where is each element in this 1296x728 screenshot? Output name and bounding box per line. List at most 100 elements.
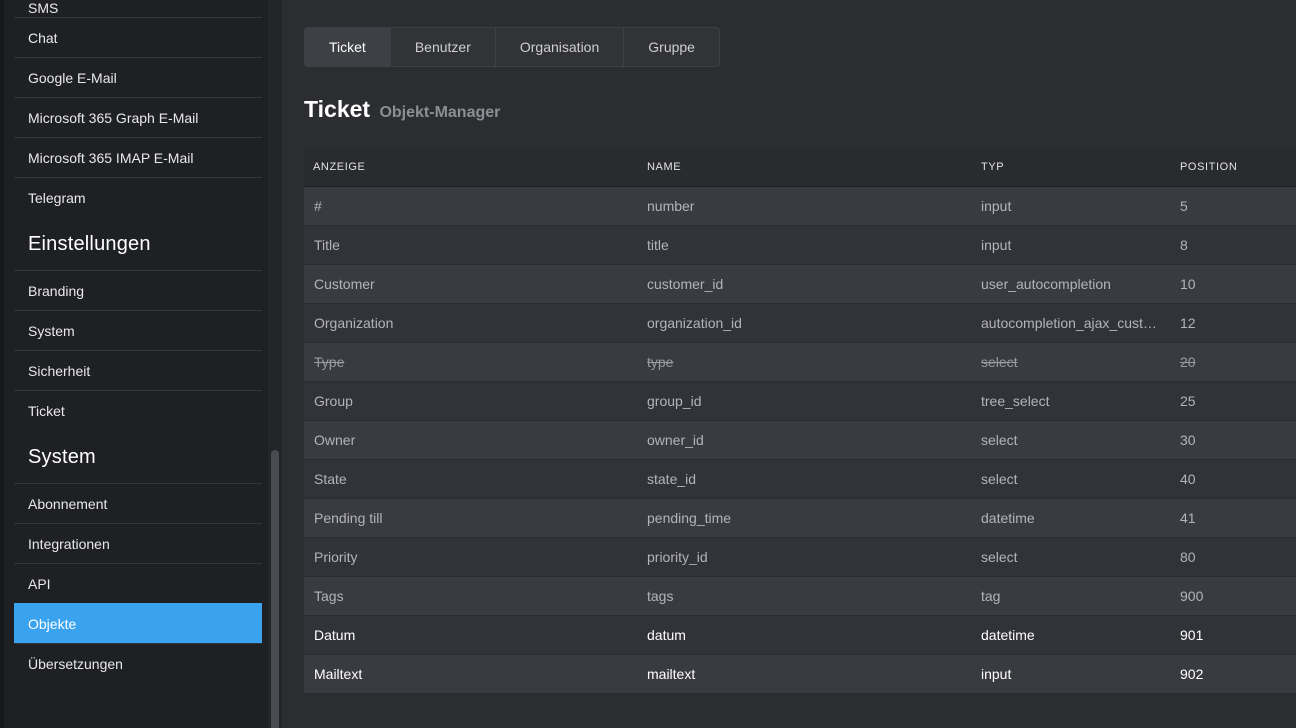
cell-type: autocompletion_ajax_cust… bbox=[981, 315, 1157, 331]
tab-organisation[interactable]: Organisation bbox=[495, 28, 625, 66]
cell-name: number bbox=[647, 198, 695, 214]
sidebar-item-chat[interactable]: Chat bbox=[14, 17, 262, 57]
cell-position: 41 bbox=[1180, 510, 1196, 526]
table-row[interactable]: Title title input 8 bbox=[304, 226, 1296, 265]
table-row[interactable]: Tags tags tag 900 bbox=[304, 577, 1296, 616]
cell-display: Owner bbox=[314, 432, 356, 448]
page-subtitle: Objekt-Manager bbox=[379, 104, 501, 121]
cell-type: select bbox=[981, 549, 1018, 565]
cell-display: Datum bbox=[314, 627, 356, 643]
column-header-position[interactable]: POSITION bbox=[1171, 161, 1296, 173]
sidebar-item-microsoft-365-imap-e-mail[interactable]: Microsoft 365 IMAP E-Mail bbox=[14, 137, 262, 177]
cell-position: 10 bbox=[1180, 276, 1196, 292]
cell-display: Priority bbox=[314, 549, 358, 565]
sidebar-item-einstellungen-system[interactable]: System bbox=[14, 310, 262, 350]
table-body: # number input 5 Title title input 8 Customer cus… bbox=[304, 187, 1296, 694]
cell-type: input bbox=[981, 198, 1012, 214]
cell-name: organization_id bbox=[647, 315, 742, 331]
cell-type: tree_select bbox=[981, 393, 1050, 409]
sidebar-item-einstellungen-branding[interactable]: Branding bbox=[14, 270, 262, 310]
sidebar-menu: SMS Chat Google E-Mail Microsoft 365 Graph … bbox=[14, 0, 262, 683]
sidebar-heading-einstellungen: Einstellungen bbox=[28, 233, 151, 255]
cell-display: Title bbox=[314, 237, 340, 253]
tab-gruppe[interactable]: Gruppe bbox=[624, 28, 719, 66]
table-row[interactable]: Datum datum datetime 901 bbox=[304, 616, 1296, 655]
cell-position: 80 bbox=[1180, 549, 1196, 565]
cell-name: priority_id bbox=[647, 549, 708, 565]
cell-name: datum bbox=[647, 627, 686, 643]
table-header: ANZEIGE NAME TYP POSITION bbox=[304, 148, 1296, 187]
cell-display: Tags bbox=[314, 588, 344, 604]
cell-type: input bbox=[981, 237, 1012, 253]
column-header-name[interactable]: NAME bbox=[638, 161, 972, 173]
sidebar-item-system-ubersetzungen[interactable]: Übersetzungen bbox=[14, 643, 262, 683]
cell-name: pending_time bbox=[647, 510, 732, 526]
sidebar-item-einstellungen-ticket[interactable]: Ticket bbox=[14, 390, 262, 430]
cell-type: datetime bbox=[981, 627, 1035, 643]
cell-name: title bbox=[647, 237, 669, 253]
cell-display: Customer bbox=[314, 276, 375, 292]
cell-type: select bbox=[981, 354, 1018, 370]
sidebar-item-system-integrationen[interactable]: Integrationen bbox=[14, 523, 262, 563]
table-row[interactable]: Pending till pending_time datetime 41 bbox=[304, 499, 1296, 538]
main-content: Ticket Benutzer Organisation Gruppe Ticket … bbox=[304, 0, 1296, 728]
table-row[interactable]: Customer customer_id user_autocompletion 10 bbox=[304, 265, 1296, 304]
sidebar: SMS Chat Google E-Mail Microsoft 365 Graph … bbox=[0, 0, 268, 728]
cell-type: select bbox=[981, 432, 1018, 448]
table-row[interactable]: # number input 5 bbox=[304, 187, 1296, 226]
attributes-table: ANZEIGE NAME TYP POSITION # number input 5 T… bbox=[304, 148, 1296, 694]
sidebar-item-system-abonnement[interactable]: Abonnement bbox=[14, 483, 262, 523]
cell-position: 8 bbox=[1180, 237, 1188, 253]
app-window: SMS Chat Google E-Mail Microsoft 365 Graph … bbox=[0, 0, 1296, 728]
cell-display: Pending till bbox=[314, 510, 383, 526]
cell-display: # bbox=[314, 198, 322, 214]
cell-type: tag bbox=[981, 588, 1001, 604]
sidebar-item-system-objekte[interactable]: Objekte bbox=[14, 603, 262, 643]
sidebar-scrollbar-thumb[interactable] bbox=[271, 450, 279, 728]
cell-name: customer_id bbox=[647, 276, 724, 292]
tab-ticket[interactable]: Ticket bbox=[305, 28, 391, 66]
cell-position: 5 bbox=[1180, 198, 1188, 214]
cell-display: State bbox=[314, 471, 347, 487]
cell-name: type bbox=[647, 354, 674, 370]
cell-position: 901 bbox=[1180, 627, 1204, 643]
cell-name: mailtext bbox=[647, 666, 696, 682]
cell-display: Type bbox=[314, 354, 345, 370]
cell-name: owner_id bbox=[647, 432, 704, 448]
page-title-text: Ticket bbox=[304, 96, 371, 122]
table-row[interactable]: Mailtext mailtext input 902 bbox=[304, 655, 1296, 694]
cell-display: Organization bbox=[314, 315, 394, 331]
cell-position: 900 bbox=[1180, 588, 1204, 604]
cell-type: user_autocompletion bbox=[981, 276, 1111, 292]
cell-type: select bbox=[981, 471, 1018, 487]
cell-name: tags bbox=[647, 588, 674, 604]
sidebar-item-telegram[interactable]: Telegram bbox=[14, 177, 262, 217]
cell-position: 20 bbox=[1180, 354, 1196, 370]
cell-display: Group bbox=[314, 393, 353, 409]
cell-position: 40 bbox=[1180, 471, 1196, 487]
sidebar-item-sms[interactable]: SMS bbox=[14, 0, 262, 17]
cell-display: Mailtext bbox=[314, 666, 363, 682]
sidebar-heading-system: System bbox=[28, 446, 96, 468]
table-row[interactable]: Group group_id tree_select 25 bbox=[304, 382, 1296, 421]
column-header-display[interactable]: ANZEIGE bbox=[304, 161, 638, 173]
sidebar-item-system-api[interactable]: API bbox=[14, 563, 262, 603]
tab-benutzer[interactable]: Benutzer bbox=[390, 28, 496, 66]
cell-type: input bbox=[981, 666, 1012, 682]
object-tabs: Ticket Benutzer Organisation Gruppe bbox=[304, 27, 720, 67]
sidebar-item-google-e-mail[interactable]: Google E-Mail bbox=[14, 57, 262, 97]
cell-position: 902 bbox=[1180, 666, 1204, 682]
column-header-type[interactable]: TYP bbox=[972, 161, 1171, 173]
table-row[interactable]: Type type select 20 bbox=[304, 343, 1296, 382]
sidebar-item-microsoft-365-graph-e-mail[interactable]: Microsoft 365 Graph E-Mail bbox=[14, 97, 262, 137]
cell-name: group_id bbox=[647, 393, 702, 409]
table-row[interactable]: Priority priority_id select 80 bbox=[304, 538, 1296, 577]
cell-type: datetime bbox=[981, 510, 1035, 526]
sidebar-item-einstellungen-sicherheit[interactable]: Sicherheit bbox=[14, 350, 262, 390]
page-title: Ticket Objekt-Manager bbox=[304, 96, 500, 123]
table-row[interactable]: Organization organization_id autocompletio… bbox=[304, 304, 1296, 343]
table-row[interactable]: State state_id select 40 bbox=[304, 460, 1296, 499]
cell-name: state_id bbox=[647, 471, 697, 487]
table-row[interactable]: Owner owner_id select 30 bbox=[304, 421, 1296, 460]
cell-position: 12 bbox=[1180, 315, 1196, 331]
